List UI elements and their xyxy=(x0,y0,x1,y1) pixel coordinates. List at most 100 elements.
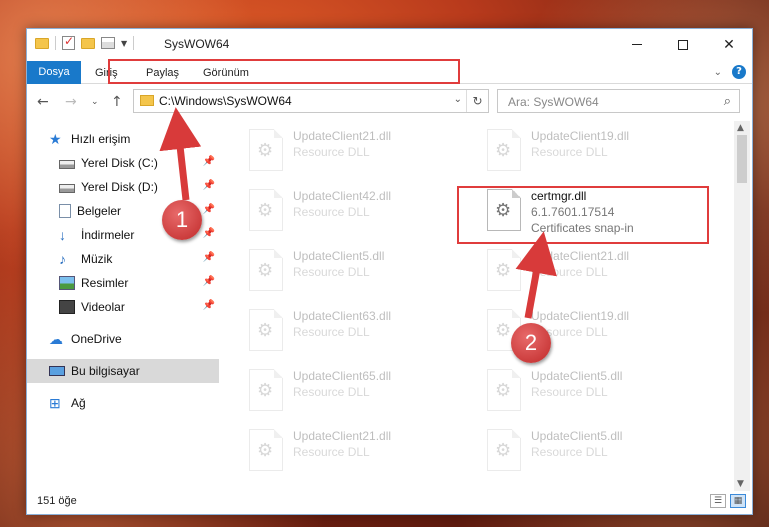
sidebar-item-label: OneDrive xyxy=(71,332,122,346)
address-path[interactable]: C:\Windows\SysWOW64 xyxy=(159,94,292,108)
navigation-pane: ★ Hızlı erişim Yerel Disk (C:) 📌 Yerel D… xyxy=(27,121,219,491)
sidebar-item-onedrive[interactable]: ☁ OneDrive xyxy=(27,327,219,351)
file-item[interactable]: ⚙ UpdateClient5.dll Resource DLL xyxy=(223,241,443,297)
file-name: UpdateClient65.dll xyxy=(293,369,392,383)
vertical-scrollbar[interactable]: ▲ ▼ xyxy=(734,121,750,491)
file-description: Resource DLL xyxy=(531,265,608,279)
pin-icon[interactable]: 📌 xyxy=(203,252,215,263)
file-description: Resource DLL xyxy=(531,445,608,459)
sidebar-item-label: Videolar xyxy=(81,300,125,314)
qat-dropdown-icon[interactable]: ▼ xyxy=(121,39,127,48)
file-item[interactable]: ⚙ UpdateClient19.dll Resource DLL xyxy=(461,301,681,357)
file-description: Resource DLL xyxy=(531,385,608,399)
tab-dosya[interactable]: Dosya xyxy=(27,61,81,84)
file-name: UpdateClient21.dll xyxy=(293,429,392,443)
sidebar-item-videos[interactable]: Videolar 📌 xyxy=(27,295,219,319)
documents-icon xyxy=(59,204,71,218)
downloads-icon: ↓ xyxy=(59,227,66,243)
pin-icon[interactable]: 📌 xyxy=(203,204,215,215)
maximize-button[interactable] xyxy=(660,29,706,60)
scroll-down-icon[interactable]: ▼ xyxy=(737,479,744,489)
file-item[interactable]: ⚙ UpdateClient65.dll Resource DLL xyxy=(223,361,443,417)
dll-file-icon: ⚙ xyxy=(249,309,283,351)
file-item[interactable]: ⚙ UpdateClient42.dll Resource DLL xyxy=(223,181,443,237)
sidebar-item-local-disk-d[interactable]: Yerel Disk (D:) 📌 xyxy=(27,175,219,199)
up-arrow-icon[interactable]: ↑ xyxy=(111,94,123,110)
ribbon-right-controls: ⌄ ? xyxy=(714,65,746,79)
file-name: UpdateClient5.dll xyxy=(531,369,623,383)
minimize-icon xyxy=(632,44,642,45)
recent-locations-chevron-icon[interactable]: ⌄ xyxy=(91,97,99,107)
gear-icon: ⚙ xyxy=(257,200,274,221)
pin-icon[interactable]: 📌 xyxy=(203,300,215,311)
file-item[interactable]: ⚙ UpdateClient5.dll Resource DLL xyxy=(461,421,681,477)
sidebar-item-local-disk-c[interactable]: Yerel Disk (C:) 📌 xyxy=(27,151,219,175)
file-item[interactable]: ⚙ UpdateClient21.dll Resource DLL xyxy=(461,241,681,297)
pin-icon[interactable]: 📌 xyxy=(203,180,215,191)
file-item[interactable]: ⚙ UpdateClient21.dll Resource DLL xyxy=(223,121,443,177)
file-name: UpdateClient21.dll xyxy=(293,129,392,143)
sidebar-item-label: İndirmeler xyxy=(81,228,135,242)
refresh-icon[interactable]: ↻ xyxy=(466,90,488,112)
address-bar[interactable]: C:\Windows\SysWOW64 ⌄ ↻ xyxy=(133,89,489,113)
sidebar-item-music[interactable]: ♪ Müzik 📌 xyxy=(27,247,219,271)
window-title: SysWOW64 xyxy=(164,37,230,51)
file-name: UpdateClient19.dll xyxy=(531,129,630,143)
customize-icon[interactable] xyxy=(101,37,115,49)
sidebar-item-quick-access[interactable]: ★ Hızlı erişim xyxy=(27,127,219,151)
file-item[interactable]: ⚙ UpdateClient5.dll Resource DLL xyxy=(461,361,681,417)
view-switcher: ☰ ▦ xyxy=(710,494,746,508)
search-icon[interactable]: ⌕ xyxy=(724,94,731,109)
file-item[interactable]: ⚙ UpdateClient19.dll Resource DLL xyxy=(461,121,681,177)
file-description: Resource DLL xyxy=(293,445,370,459)
file-item[interactable]: ⚙ UpdateClient63.dll Resource DLL xyxy=(223,301,443,357)
forward-arrow-icon[interactable]: → xyxy=(65,94,77,110)
folder-icon[interactable] xyxy=(35,37,49,49)
file-description: Resource DLL xyxy=(293,385,370,399)
details-view-icon[interactable]: ☰ xyxy=(710,494,726,508)
expand-ribbon-icon[interactable]: ⌄ xyxy=(714,67,722,78)
sidebar-item-pictures[interactable]: Resimler 📌 xyxy=(27,271,219,295)
disk-icon xyxy=(59,159,75,169)
pin-icon[interactable]: 📌 xyxy=(203,276,215,287)
close-button[interactable]: ✕ xyxy=(706,29,752,60)
gear-icon: ⚙ xyxy=(257,140,274,161)
file-description: Resource DLL xyxy=(531,145,608,159)
file-item[interactable]: ⚙ UpdateClient21.dll Resource DLL xyxy=(223,421,443,477)
help-icon[interactable]: ? xyxy=(732,65,746,79)
dll-file-icon: ⚙ xyxy=(249,249,283,291)
address-dropdown-icon[interactable]: ⌄ xyxy=(454,94,462,105)
this-pc-icon xyxy=(49,366,65,376)
tiles-view-icon[interactable]: ▦ xyxy=(730,494,746,508)
file-list: ⚙ UpdateClient21.dll Resource DLL ⚙ Upda… xyxy=(223,121,737,491)
step-1-badge: 1 xyxy=(162,200,202,240)
pin-icon[interactable]: 📌 xyxy=(203,228,215,239)
file-name: UpdateClient5.dll xyxy=(293,249,385,263)
close-icon: ✕ xyxy=(723,36,735,52)
file-name: UpdateClient21.dll xyxy=(531,249,630,263)
sidebar-item-network[interactable]: ⊞ Ağ xyxy=(27,391,219,415)
new-folder-icon[interactable] xyxy=(81,37,95,49)
pin-icon[interactable]: 📌 xyxy=(203,156,215,167)
divider xyxy=(55,36,56,50)
search-input[interactable]: Ara: SysWOW64 ⌕ xyxy=(497,89,740,113)
sidebar-item-this-pc[interactable]: Bu bilgisayar xyxy=(27,359,219,383)
file-description: Resource DLL xyxy=(293,205,370,219)
scroll-thumb[interactable] xyxy=(737,135,747,183)
videos-icon xyxy=(59,300,75,314)
gear-icon: ⚙ xyxy=(495,140,512,161)
dll-file-icon: ⚙ xyxy=(249,369,283,411)
file-name: UpdateClient63.dll xyxy=(293,309,392,323)
minimize-button[interactable] xyxy=(614,29,660,60)
file-description: Resource DLL xyxy=(293,265,370,279)
item-count: 151 öğe xyxy=(37,495,77,507)
scroll-up-icon[interactable]: ▲ xyxy=(737,123,744,133)
pictures-icon xyxy=(59,276,75,290)
properties-check-icon[interactable] xyxy=(62,34,75,50)
back-arrow-icon[interactable]: ← xyxy=(37,94,49,110)
gear-icon: ⚙ xyxy=(257,440,274,461)
dll-file-icon: ⚙ xyxy=(249,189,283,231)
sidebar-item-label: Ağ xyxy=(71,396,86,410)
file-description: Resource DLL xyxy=(293,325,370,339)
gear-icon: ⚙ xyxy=(495,260,512,281)
